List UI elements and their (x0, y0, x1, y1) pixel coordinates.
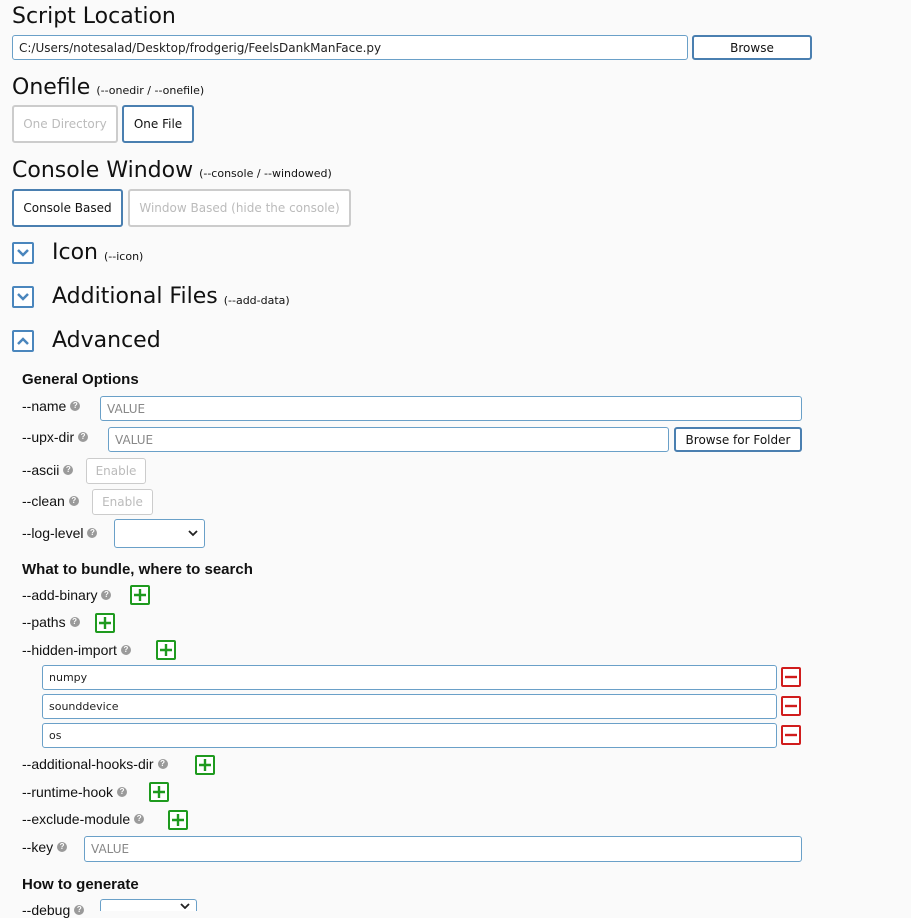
exclude-module-label: --exclude-module? (22, 811, 145, 827)
chevron-down-icon[interactable] (12, 286, 34, 308)
debug-select[interactable] (100, 899, 197, 911)
remove-numpy-minus-icon[interactable] (781, 667, 801, 687)
question-icon[interactable]: ? (120, 645, 131, 655)
console-note: (--console / --windowed) (199, 167, 332, 180)
hooks-dir-plus-icon[interactable] (195, 755, 215, 775)
question-icon[interactable]: ? (117, 787, 128, 797)
chevron-up-icon[interactable] (12, 330, 34, 352)
onefile-heading: Onefile (--onedir / --onefile) (12, 75, 205, 100)
general-options-title: General Options (22, 371, 139, 388)
log-level-select[interactable] (114, 519, 205, 548)
bundle-title: What to bundle, where to search (22, 561, 253, 578)
console-based-button[interactable]: Console Based (12, 189, 123, 227)
icon-section-note: (--icon) (104, 249, 144, 263)
name-input[interactable]: VALUE (100, 396, 802, 421)
question-icon[interactable]: ? (157, 759, 168, 769)
hidden-import-label: --hidden-import? (22, 642, 131, 658)
remove-os-minus-icon[interactable] (781, 725, 801, 745)
paths-label: --paths? (22, 614, 80, 630)
upx-dir-label: --upx-dir? (22, 429, 89, 445)
question-icon[interactable]: ? (68, 496, 79, 506)
hooks-dir-label: --additional-hooks-dir? (22, 756, 168, 772)
advanced-title: Advanced (52, 328, 161, 353)
question-icon[interactable]: ? (78, 432, 89, 442)
paths-plus-icon[interactable] (95, 613, 115, 633)
hidden-import-field-os[interactable]: os (42, 723, 777, 748)
generate-title: How to generate (22, 876, 139, 893)
additional-files-title: Additional Files (52, 284, 218, 309)
add-binary-plus-icon[interactable] (130, 585, 150, 605)
add-binary-label: --add-binary? (22, 587, 112, 603)
name-label: --name? (22, 398, 81, 414)
one-file-button[interactable]: One File (122, 105, 194, 143)
script-location-heading: Script Location (12, 4, 176, 29)
script-path-input[interactable]: C:/Users/notesalad/Desktop/frodgerig/Fee… (12, 35, 688, 60)
question-icon[interactable]: ? (63, 465, 74, 475)
chevron-down-icon (188, 530, 198, 537)
question-icon[interactable]: ? (70, 401, 81, 411)
chevron-down-icon (180, 902, 190, 909)
remove-sounddevice-minus-icon[interactable] (781, 696, 801, 716)
question-icon[interactable]: ? (87, 528, 98, 538)
browse-folder-button[interactable]: Browse for Folder (674, 427, 802, 452)
key-input[interactable]: VALUE (84, 836, 802, 862)
runtime-hook-label: --runtime-hook? (22, 784, 128, 800)
question-icon[interactable]: ? (74, 905, 85, 915)
question-icon[interactable]: ? (134, 814, 145, 824)
ascii-enable-button[interactable]: Enable (86, 458, 146, 484)
hidden-import-field-numpy[interactable]: numpy (42, 665, 777, 690)
hidden-import-plus-icon[interactable] (156, 640, 176, 660)
one-directory-button[interactable]: One Directory (12, 105, 118, 143)
runtime-hook-plus-icon[interactable] (149, 782, 169, 802)
key-label: --key? (22, 839, 68, 855)
icon-section-toggle[interactable]: Icon (--icon) (12, 242, 143, 264)
hidden-import-field-sounddevice[interactable]: sounddevice (42, 694, 777, 719)
onefile-note: (--onedir / --onefile) (96, 84, 205, 97)
clean-enable-button[interactable]: Enable (92, 489, 153, 515)
chevron-down-icon[interactable] (12, 242, 34, 264)
icon-section-title: Icon (52, 240, 98, 265)
upx-dir-input[interactable]: VALUE (108, 427, 669, 452)
window-based-button[interactable]: Window Based (hide the console) (128, 189, 351, 227)
question-icon[interactable]: ? (57, 842, 68, 852)
clean-label: --clean? (22, 493, 79, 509)
exclude-module-plus-icon[interactable] (168, 810, 188, 830)
log-level-label: --log-level? (22, 525, 98, 541)
additional-files-toggle[interactable]: Additional Files (--add-data) (12, 286, 290, 308)
browse-button[interactable]: Browse (692, 35, 812, 60)
additional-files-note: (--add-data) (223, 293, 290, 307)
debug-label: --debug? (22, 902, 85, 918)
question-icon[interactable]: ? (69, 617, 80, 627)
ascii-label: --ascii? (22, 462, 74, 478)
question-icon[interactable]: ? (101, 590, 112, 600)
console-window-heading: Console Window (--console / --windowed) (12, 158, 332, 183)
advanced-toggle[interactable]: Advanced (12, 330, 161, 352)
